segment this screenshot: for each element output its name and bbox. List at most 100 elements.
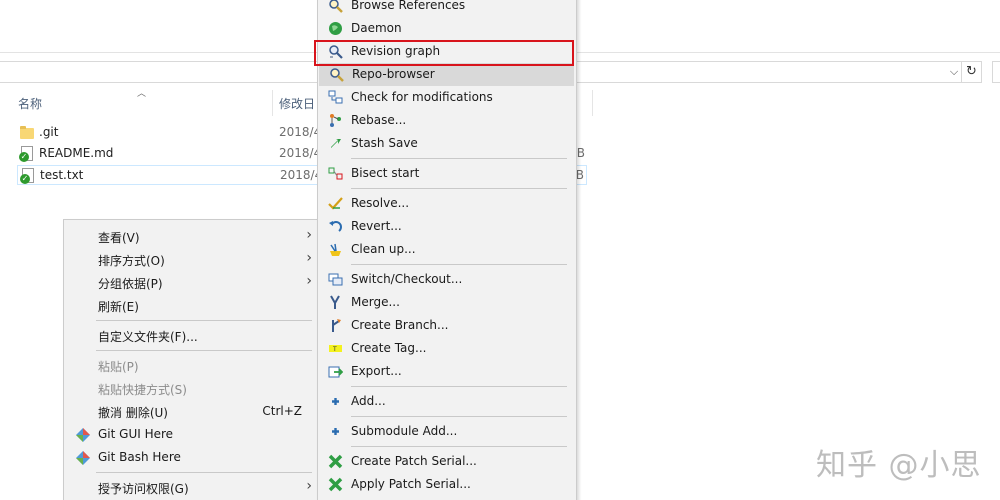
stash-save-icon <box>328 136 343 151</box>
menu-item-export[interactable]: Export... <box>318 360 576 383</box>
merge-icon <box>328 295 343 310</box>
menu-item-label: 自定义文件夹(F)... <box>98 330 198 344</box>
menu-item-label: Add... <box>351 394 386 408</box>
desktop: ⌵ ↻ ︿ 名称 修改日 .git 2018/4 ✓ README.md 201… <box>0 0 1000 500</box>
menu-separator <box>351 386 567 387</box>
search-input[interactable] <box>992 61 1000 83</box>
menu-item-group-by[interactable]: 分组依据(P) › <box>64 271 320 294</box>
menu-item-label: Switch/Checkout... <box>351 272 463 286</box>
sort-ascending-icon: ︿ <box>137 89 147 99</box>
menu-item-label: Bisect start <box>351 166 420 180</box>
export-icon <box>328 364 344 379</box>
menu-item-label: 刷新(E) <box>98 300 139 314</box>
menu-item-label: Repo-browser <box>352 67 435 81</box>
menu-item-label: Resolve... <box>351 196 410 210</box>
menu-item-label: Browse References <box>351 0 466 12</box>
menu-separator <box>96 472 312 473</box>
menu-item-paste-shortcut[interactable]: 粘贴快捷方式(S) <box>64 377 320 400</box>
menu-item-resolve[interactable]: Resolve... <box>318 192 576 215</box>
menu-item-revert[interactable]: Revert... <box>318 215 576 238</box>
menu-item-label: 撤消 删除(U) <box>98 406 168 420</box>
menu-item-git-gui-here[interactable]: Git GUI Here <box>64 423 320 446</box>
menu-item-create-patch-serial[interactable]: Create Patch Serial... <box>318 450 576 473</box>
menu-item-check-modifications[interactable]: Check for modifications <box>318 86 576 109</box>
menu-item-daemon[interactable]: Daemon <box>318 17 576 40</box>
menu-item-label: 分组依据(P) <box>98 277 163 291</box>
menu-item-add[interactable]: Add... <box>318 390 576 413</box>
magnifier-icon <box>329 67 344 82</box>
file-name: .git <box>39 125 59 139</box>
menu-item-grant-access[interactable]: 授予访问权限(G) › <box>64 476 320 499</box>
clean-up-icon <box>328 242 343 257</box>
menu-item-rebase[interactable]: Rebase... <box>318 109 576 132</box>
menu-item-repo-browser[interactable]: Repo-browser <box>319 63 574 86</box>
refresh-icon[interactable]: ↻ <box>962 61 982 83</box>
versioned-file-icon: ✓ <box>20 168 36 184</box>
watermark: 知乎 @小思 <box>816 448 982 483</box>
resolve-icon <box>328 196 343 211</box>
menu-item-customize-folder[interactable]: 自定义文件夹(F)... <box>64 324 320 347</box>
menu-item-label: Stash Save <box>351 136 418 150</box>
menu-item-merge[interactable]: Merge... <box>318 291 576 314</box>
file-name: test.txt <box>40 168 84 182</box>
tortoisegit-submenu: Browse References Daemon Revision graph … <box>317 0 577 500</box>
annotation-highlight-box <box>314 40 574 66</box>
menu-item-label: Export... <box>351 364 402 378</box>
menu-item-stash-save[interactable]: Stash Save <box>318 132 576 155</box>
menu-item-git-bash-here[interactable]: Git Bash Here <box>64 446 320 469</box>
menu-separator <box>351 158 567 159</box>
menu-item-switch-checkout[interactable]: Switch/Checkout... <box>318 268 576 291</box>
menu-item-view[interactable]: 查看(V) › <box>64 225 320 248</box>
tag-icon: T <box>328 341 343 356</box>
menu-item-label: Submodule Add... <box>351 424 458 438</box>
file-date: 2018/4 <box>279 125 322 139</box>
menu-item-create-branch[interactable]: Create Branch... <box>318 314 576 337</box>
menu-item-create-tag[interactable]: T Create Tag... <box>318 337 576 360</box>
menu-item-undo-delete[interactable]: 撤消 删除(U) Ctrl+Z <box>64 400 320 423</box>
branch-icon <box>328 318 343 333</box>
menu-item-sort-by[interactable]: 排序方式(O) › <box>64 248 320 271</box>
column-header-modified[interactable]: 修改日 <box>279 94 315 114</box>
menu-item-refresh[interactable]: 刷新(E) <box>64 294 320 317</box>
versioned-file-icon: ✓ <box>19 146 35 162</box>
column-divider[interactable] <box>272 90 273 116</box>
column-divider[interactable] <box>592 90 593 116</box>
menu-separator <box>96 350 312 351</box>
git-bash-icon <box>75 450 91 466</box>
menu-item-label: Check for modifications <box>351 90 493 104</box>
chevron-right-icon: › <box>306 478 312 494</box>
chevron-right-icon: › <box>306 227 312 243</box>
menu-separator <box>351 188 567 189</box>
folder-icon <box>19 125 35 141</box>
rebase-icon <box>328 113 343 128</box>
file-date: 2018/4 <box>279 146 322 160</box>
bisect-icon <box>328 166 343 181</box>
menu-item-label: Merge... <box>351 295 400 309</box>
add-icon <box>328 424 343 439</box>
menu-separator <box>351 264 567 265</box>
chevron-right-icon: › <box>306 273 312 289</box>
patch-icon <box>328 454 343 469</box>
menu-item-label: Revert... <box>351 219 402 233</box>
chevron-down-icon[interactable]: ⌵ <box>947 64 961 80</box>
column-header-name[interactable]: 名称 <box>18 94 42 114</box>
magnifier-icon <box>328 0 343 13</box>
add-icon <box>328 394 343 409</box>
menu-item-paste[interactable]: 粘贴(P) <box>64 354 320 377</box>
file-size: B <box>575 168 584 182</box>
menu-item-clean-up[interactable]: Clean up... <box>318 238 576 261</box>
chevron-right-icon: › <box>306 250 312 266</box>
menu-item-label: Clean up... <box>351 242 416 256</box>
check-modifications-icon <box>328 90 343 105</box>
keyboard-shortcut: Ctrl+Z <box>262 404 302 418</box>
menu-item-bisect-start[interactable]: Bisect start <box>318 162 576 185</box>
menu-item-label: Apply Patch Serial... <box>351 477 471 491</box>
menu-item-browse-references[interactable]: Browse References <box>318 0 576 17</box>
menu-item-apply-patch-serial[interactable]: Apply Patch Serial... <box>318 473 576 496</box>
menu-item-label: 粘贴快捷方式(S) <box>98 383 187 397</box>
menu-item-submodule-add[interactable]: Submodule Add... <box>318 420 576 443</box>
patch-icon <box>328 477 343 492</box>
menu-separator <box>96 320 312 321</box>
globe-icon <box>328 21 343 36</box>
menu-item-label: Create Tag... <box>351 341 427 355</box>
